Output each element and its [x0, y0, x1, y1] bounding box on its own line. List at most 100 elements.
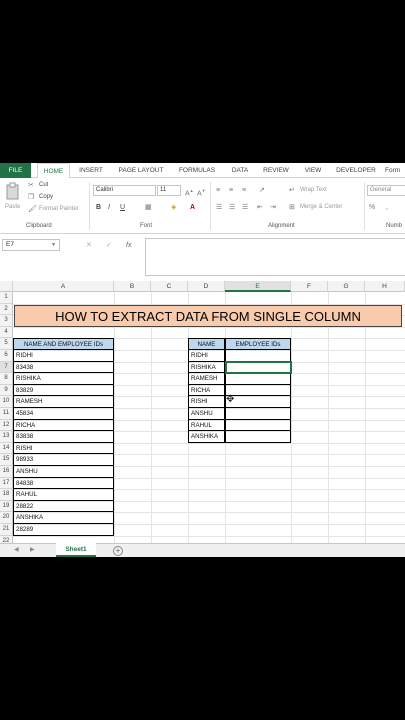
align-left-icon[interactable]: ☰ — [216, 203, 222, 212]
source-data-cell[interactable]: 98933 — [13, 454, 114, 466]
tab-file[interactable]: FILE — [0, 163, 31, 178]
row-header[interactable]: 4 — [0, 326, 13, 339]
align-center-icon[interactable]: ☰ — [229, 203, 235, 212]
result-name-cell[interactable]: RICHA — [188, 384, 225, 397]
bold-button[interactable]: B — [96, 204, 101, 211]
row-header[interactable]: 6 — [0, 350, 13, 362]
source-data-cell[interactable]: 84838 — [13, 477, 114, 490]
decrease-indent-icon[interactable]: ⇤ — [257, 203, 263, 212]
percent-icon[interactable]: % — [369, 203, 375, 212]
row-header[interactable]: 18 — [0, 489, 13, 501]
cut-button[interactable]: Cut — [39, 182, 48, 188]
tab-review[interactable]: REVIEW — [259, 163, 293, 178]
copy-button[interactable]: Copy — [39, 194, 53, 200]
result-name-cell[interactable]: RISHIKA — [188, 361, 225, 374]
row-header[interactable]: 16 — [0, 466, 13, 478]
result-id-cell[interactable] — [225, 350, 291, 362]
increase-font-icon[interactable]: A▲ — [185, 186, 194, 198]
source-data-cell[interactable]: ANSHIKA — [13, 512, 114, 524]
underline-button[interactable]: U — [120, 204, 125, 211]
source-data-cell[interactable]: 28822 — [13, 500, 114, 513]
column-header[interactable]: C — [151, 281, 188, 292]
font-color-icon[interactable]: A — [190, 203, 195, 212]
row-header[interactable]: 3 — [0, 315, 13, 327]
sheet-tab-sheet1[interactable]: Sheet1 — [56, 543, 96, 557]
row-header[interactable]: 7 — [0, 361, 13, 374]
cancel-icon[interactable]: ✕ — [86, 241, 92, 250]
tab-view[interactable]: VIEW — [299, 163, 327, 178]
column-header[interactable]: F — [291, 281, 328, 292]
row-header[interactable]: 11 — [0, 408, 13, 420]
result-header-name[interactable]: NAME — [188, 338, 225, 350]
row-header[interactable]: 1 — [0, 292, 13, 304]
italic-button[interactable]: I — [108, 204, 110, 211]
row-header[interactable]: 2 — [0, 303, 13, 316]
merge-center-button[interactable]: Merge & Center — [300, 204, 342, 210]
active-cell-e7[interactable] — [225, 361, 292, 374]
format-painter-button[interactable]: Format Painter — [39, 206, 79, 212]
formula-input[interactable] — [145, 238, 405, 276]
column-header[interactable]: G — [328, 281, 365, 292]
source-data-cell[interactable]: RAHUL — [13, 489, 114, 501]
result-name-cell[interactable]: ANSHU — [188, 408, 225, 420]
borders-icon[interactable]: ▦ — [145, 203, 152, 212]
orientation-icon[interactable]: ↗ — [259, 186, 265, 195]
tab-home[interactable]: HOME — [37, 163, 70, 179]
row-header[interactable]: 10 — [0, 396, 13, 408]
font-name-select[interactable]: Calibri — [93, 185, 156, 196]
font-size-select[interactable]: 11 — [157, 185, 181, 196]
column-header[interactable]: H — [365, 281, 405, 292]
insert-function-icon[interactable]: fx — [126, 241, 131, 250]
align-middle-icon[interactable]: ≡ — [229, 186, 233, 195]
source-data-cell[interactable]: RIDHI — [13, 350, 114, 362]
number-format-select[interactable]: General — [367, 185, 405, 196]
source-data-cell[interactable]: RICHA — [13, 419, 114, 432]
source-data-cell[interactable]: RAMESH — [13, 396, 114, 408]
row-header[interactable]: 8 — [0, 373, 13, 385]
tab-format[interactable]: Form — [385, 163, 405, 178]
source-header-cell[interactable]: NAME AND EMPLOYEE IDs — [13, 338, 114, 350]
result-name-cell[interactable]: RISHI — [188, 396, 225, 408]
increase-indent-icon[interactable]: ⇥ — [270, 203, 276, 212]
add-sheet-button[interactable]: + — [113, 546, 123, 556]
source-data-cell[interactable]: RISHI — [13, 442, 114, 455]
enter-icon[interactable]: ✓ — [106, 241, 112, 250]
source-data-cell[interactable]: 83829 — [13, 384, 114, 397]
chevron-down-icon[interactable]: ▼ — [51, 241, 56, 250]
row-header[interactable]: 9 — [0, 384, 13, 397]
tab-formulas[interactable]: FORMULAS — [172, 163, 222, 178]
result-header-ids[interactable]: EMPLOYEE IDs — [225, 338, 291, 350]
row-header[interactable]: 22 — [0, 535, 13, 543]
result-name-cell[interactable]: RAMESH — [188, 373, 225, 385]
column-header[interactable]: E — [225, 281, 291, 292]
row-header[interactable]: 20 — [0, 512, 13, 524]
row-header[interactable]: 15 — [0, 454, 13, 466]
align-bottom-icon[interactable]: ≡ — [242, 186, 246, 195]
tab-developer[interactable]: DEVELOPER — [332, 163, 380, 178]
wrap-text-button[interactable]: Wrap Text — [300, 187, 327, 193]
result-id-cell[interactable] — [225, 396, 291, 408]
source-data-cell[interactable]: 83438 — [13, 361, 114, 374]
row-header[interactable]: 19 — [0, 500, 13, 513]
source-data-cell[interactable]: 28289 — [13, 524, 114, 536]
result-name-cell[interactable]: RIDHI — [188, 350, 225, 362]
result-id-cell[interactable] — [225, 419, 291, 432]
align-top-icon[interactable]: ≡ — [216, 186, 220, 195]
scroll-right-icon[interactable]: ▶ — [30, 546, 35, 553]
column-header[interactable]: A — [13, 281, 114, 292]
tab-page-layout[interactable]: PAGE LAYOUT — [113, 163, 169, 178]
row-header[interactable]: 12 — [0, 419, 13, 432]
align-right-icon[interactable]: ☰ — [242, 203, 248, 212]
tab-insert[interactable]: INSERT — [74, 163, 108, 178]
result-id-cell[interactable] — [225, 373, 291, 385]
scroll-left-icon[interactable]: ◀ — [14, 546, 19, 553]
source-data-cell[interactable]: 45834 — [13, 408, 114, 420]
tab-data[interactable]: DATA — [227, 163, 253, 178]
result-name-cell[interactable]: RAHUL — [188, 419, 225, 432]
fill-color-icon[interactable]: ◈ — [171, 203, 176, 212]
row-header[interactable]: 21 — [0, 524, 13, 536]
paste-button[interactable]: Paste — [3, 182, 23, 216]
source-data-cell[interactable]: ANSHU — [13, 466, 114, 478]
result-id-cell[interactable] — [225, 408, 291, 420]
comma-style-icon[interactable]: , — [386, 203, 388, 212]
